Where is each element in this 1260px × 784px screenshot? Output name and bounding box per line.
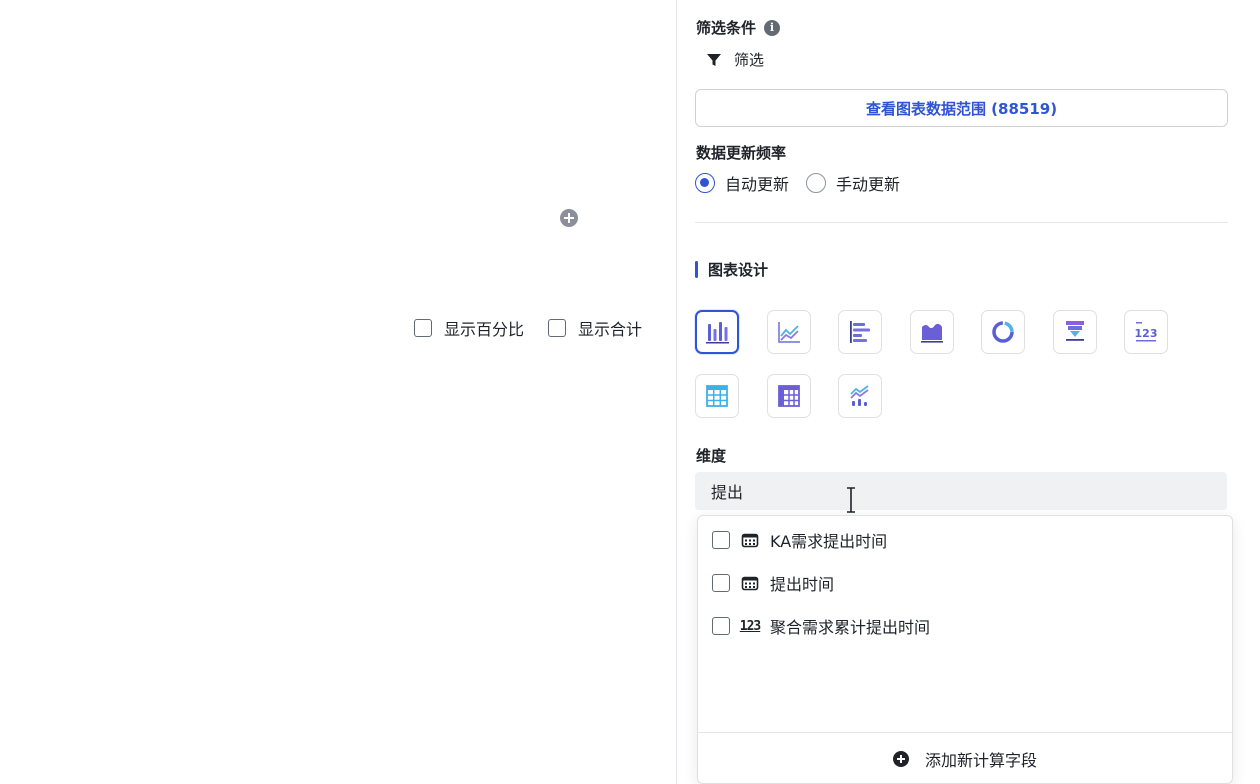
dimension-search-value: 提出 — [711, 483, 744, 502]
dimension-title: 维度 — [696, 447, 727, 465]
funnel-icon — [707, 53, 721, 66]
calendar-icon — [740, 575, 760, 591]
option-label: 聚合需求累计提出时间 — [770, 618, 931, 637]
radio-selected-icon[interactable] — [695, 173, 715, 193]
dimension-option[interactable]: KA需求提出时间 — [712, 528, 887, 552]
section-accent-bar — [695, 261, 698, 278]
option-checkbox[interactable] — [712, 617, 730, 635]
show-total-checkbox[interactable] — [548, 319, 566, 337]
chart-type-combo[interactable] — [838, 374, 882, 418]
combo-chart-icon — [850, 385, 869, 406]
info-icon[interactable]: i — [764, 19, 781, 36]
pivot-table-icon — [778, 385, 800, 407]
update-title-text: 数据更新频率 — [696, 144, 787, 162]
dimension-search-input[interactable]: 提出 — [695, 472, 1227, 510]
show-percent-checkbox[interactable] — [414, 319, 432, 337]
line-chart-icon — [778, 322, 800, 343]
manual-update-radio[interactable]: 手动更新 — [806, 171, 900, 195]
chart-type-funnel[interactable] — [1053, 310, 1097, 354]
number-icon: 123 — [739, 618, 761, 634]
option-checkbox[interactable] — [712, 531, 730, 549]
chart-type-area[interactable] — [910, 310, 954, 354]
area-chart-icon — [921, 323, 943, 343]
number-card-icon: 123 — [1135, 322, 1158, 342]
add-calculated-field-button[interactable]: 添加新计算字段 — [698, 733, 1232, 784]
manual-update-label: 手动更新 — [836, 175, 901, 194]
option-checkbox[interactable] — [712, 574, 730, 592]
view-data-range-button[interactable]: 查看图表数据范围 (88519) — [695, 89, 1228, 127]
option-label: 提出时间 — [770, 575, 835, 594]
donut-chart-icon — [992, 321, 1014, 343]
chart-type-horizontal-bar[interactable] — [838, 310, 882, 354]
chart-canvas: 显示百分比 显示合计 — [0, 0, 676, 784]
text-cursor-icon — [847, 487, 855, 513]
section-divider — [695, 222, 1228, 223]
chart-type-number-card[interactable]: 123 — [1124, 310, 1168, 354]
show-percent-label: 显示百分比 — [444, 320, 525, 339]
calendar-icon — [740, 532, 760, 548]
filter-section-title: 筛选条件 i — [696, 17, 781, 38]
dimension-option[interactable]: 123 聚合需求累计提出时间 — [712, 614, 930, 638]
filter-title: 筛选条件 — [696, 19, 757, 37]
filter-label: 筛选 — [734, 51, 765, 69]
plus-circle-icon — [892, 751, 909, 767]
chart-type-table[interactable] — [695, 374, 739, 418]
svg-text:123: 123 — [1135, 327, 1158, 340]
chart-design-title-text: 图表设计 — [708, 261, 769, 279]
settings-panel: 筛选条件 i 筛选 查看图表数据范围 (88519) 数据更新频率 自动更新 手… — [677, 0, 1260, 784]
filter-button[interactable]: 筛选 — [706, 49, 764, 70]
show-percent-toggle[interactable]: 显示百分比 — [414, 316, 524, 340]
update-frequency-title: 数据更新频率 — [696, 142, 786, 163]
funnel-chart-icon — [1066, 321, 1084, 341]
chart-type-donut[interactable] — [981, 310, 1025, 354]
horizontal-bar-icon — [850, 321, 870, 343]
dimension-option[interactable]: 提出时间 — [712, 571, 834, 595]
dimension-dropdown: KA需求提出时间 提出时间 123 聚合需求累计提出时间 添加新计算字段 — [697, 515, 1233, 784]
chart-design-title: 图表设计 — [695, 259, 768, 280]
auto-update-label: 自动更新 — [725, 175, 790, 194]
chart-type-bar[interactable] — [695, 310, 739, 354]
add-component-icon[interactable] — [560, 209, 578, 227]
table-icon — [706, 385, 728, 407]
bar-chart-icon — [706, 322, 729, 344]
chart-editor: 显示百分比 显示合计 筛选条件 i 筛选 查看图表数据范围 (88519) 数据… — [0, 0, 1260, 784]
radio-unselected-icon[interactable] — [806, 173, 826, 193]
chart-type-pivot-table[interactable] — [767, 374, 811, 418]
add-calculated-field-label: 添加新计算字段 — [924, 751, 1037, 770]
show-total-toggle[interactable]: 显示合计 — [548, 316, 642, 340]
option-label: KA需求提出时间 — [770, 532, 888, 551]
show-total-label: 显示合计 — [578, 320, 643, 339]
chart-type-line[interactable] — [767, 310, 811, 354]
auto-update-radio[interactable]: 自动更新 — [695, 171, 789, 195]
